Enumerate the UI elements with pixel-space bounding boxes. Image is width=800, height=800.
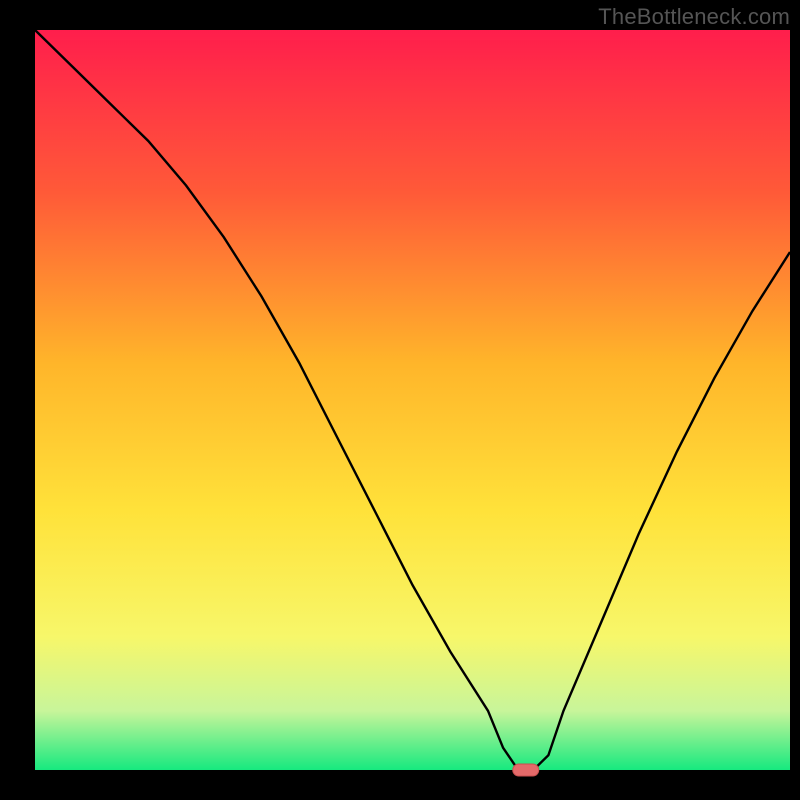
watermark-text: TheBottleneck.com [598, 4, 790, 30]
bottleneck-plot [0, 0, 800, 800]
optimal-marker [513, 764, 539, 776]
chart-container: TheBottleneck.com [0, 0, 800, 800]
